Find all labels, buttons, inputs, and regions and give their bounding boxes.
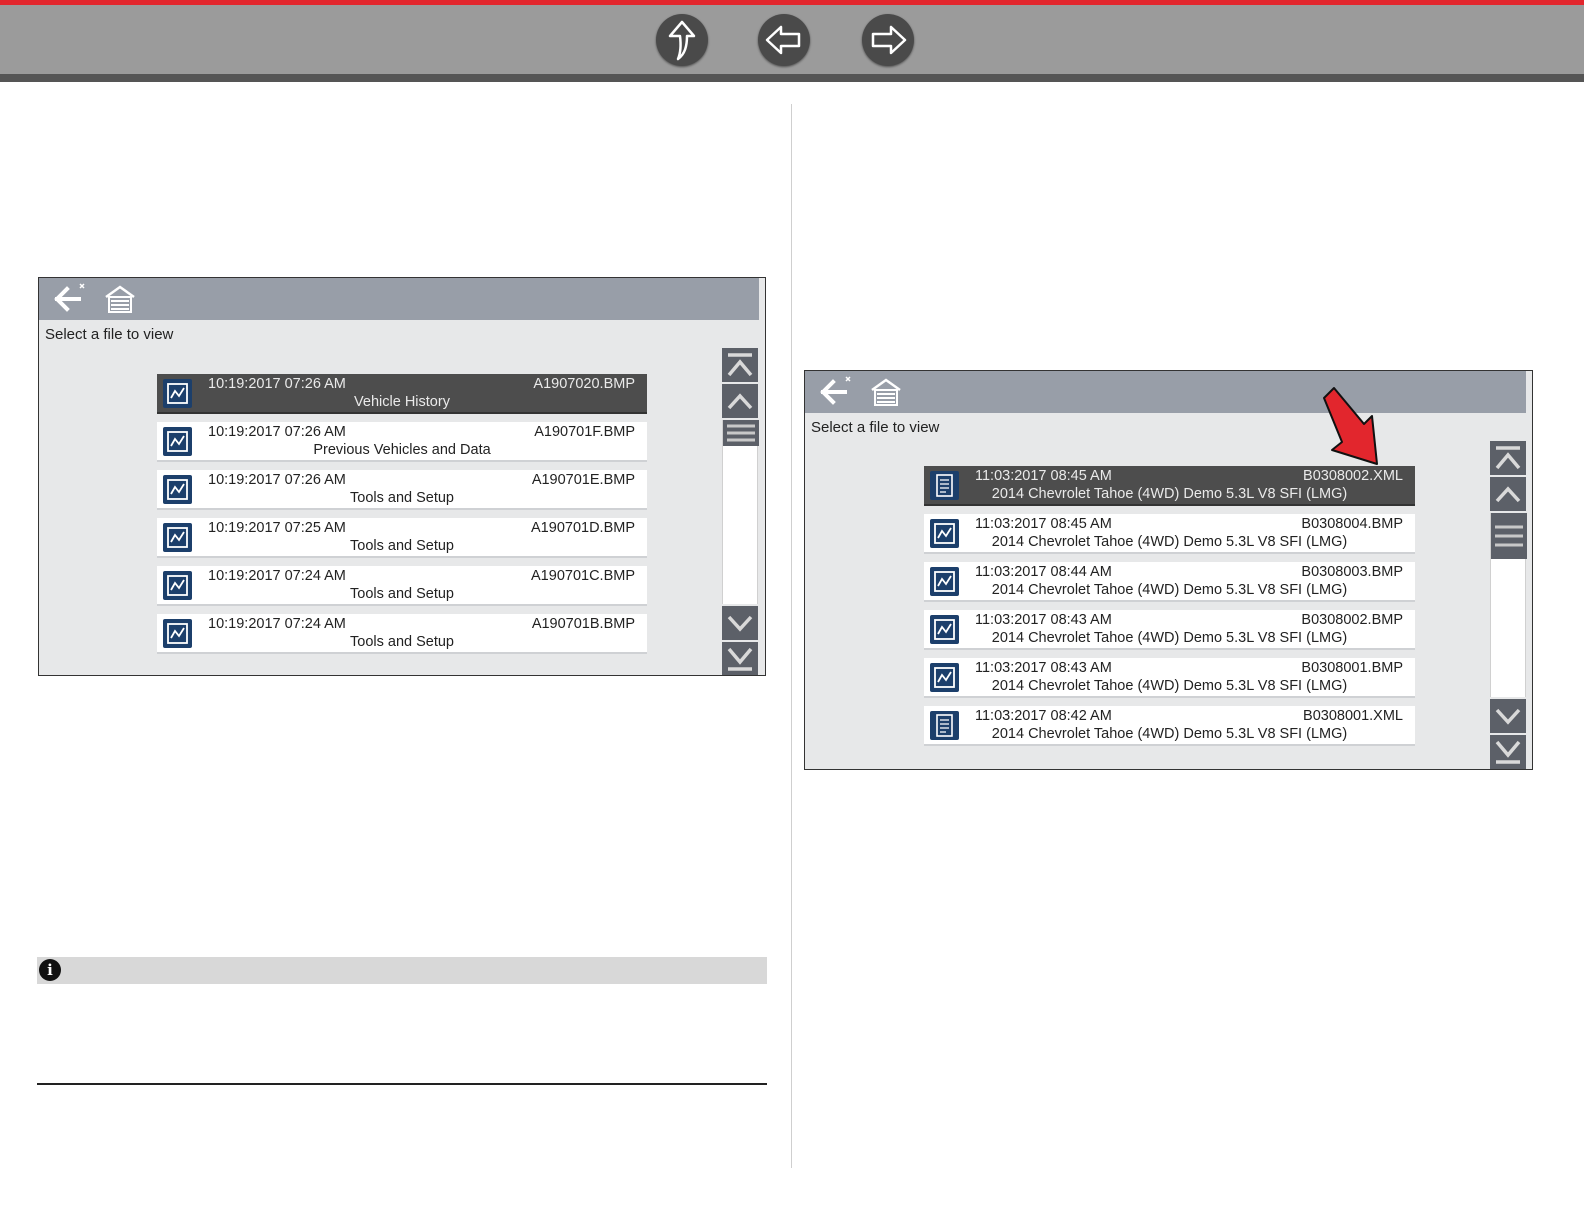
left-arrow-icon [765,25,801,55]
file-row[interactable]: 11:03:2017 08:45 AM B0308004.BMP 2014 Chev… [924,514,1415,554]
up-arrow-icon [668,20,696,61]
scroll-up-button[interactable] [722,384,758,418]
viewer-header-bar [39,278,759,320]
chevron-down-icon [1495,708,1521,725]
grip-lines-icon [727,424,755,442]
file-row[interactable]: 11:03:2017 08:44 AM B0308003.BMP 2014 Chev… [924,562,1415,602]
section-rule [37,1083,767,1085]
file-description: Tools and Setup [350,538,454,554]
file-name: A190701D.BMP [531,520,635,536]
file-description: Tools and Setup [350,586,454,602]
home-icon[interactable] [103,284,137,314]
file-timestamp: 10:19:2017 07:25 AM [208,520,346,536]
chevron-up-icon [727,393,753,410]
file-row[interactable]: 11:03:2017 08:42 AM B0308001.XML 2014 Chev… [924,706,1415,746]
file-description: 2014 Chevrolet Tahoe (4WD) Demo 5.3L V8 … [991,726,1348,742]
info-icon: i [39,959,61,981]
scroll-track[interactable] [722,420,759,604]
file-timestamp: 10:19:2017 07:26 AM [208,376,346,392]
file-name: A1907020.BMP [533,376,635,392]
file-timestamp: 11:03:2017 08:45 AM [975,468,1112,484]
file-name: A190701F.BMP [534,424,635,440]
scroll-thumb[interactable] [723,420,759,446]
file-name: A190701B.BMP [531,616,635,632]
file-name: A190701C.BMP [531,568,635,584]
file-timestamp: 11:03:2017 08:45 AM [975,516,1112,532]
file-description: 2014 Chevrolet Tahoe (4WD) Demo 5.3L V8 … [991,486,1348,502]
scroll-top-button[interactable] [1490,441,1526,475]
file-description: 2014 Chevrolet Tahoe (4WD) Demo 5.3L V8 … [991,630,1348,646]
file-name: A190701E.BMP [531,472,635,488]
file-row[interactable]: 10:19:2017 07:26 AM A1907020.BMP Vehicle H… [157,374,647,414]
double-chevron-down-icon [1495,740,1521,764]
home-icon[interactable] [869,377,903,407]
file-name: B0308001.BMP [1301,660,1403,676]
file-timestamp: 10:19:2017 07:24 AM [208,616,346,632]
back-button[interactable] [758,14,810,66]
file-timestamp: 10:19:2017 07:26 AM [208,424,346,440]
select-file-prompt: Select a file to view [45,326,174,343]
file-row[interactable]: 10:19:2017 07:25 AM A190701D.BMP Tools and… [157,518,647,558]
file-row[interactable]: 10:19:2017 07:26 AM A190701F.BMP Previous … [157,422,647,462]
note-bar: i [37,957,767,984]
top-accent-stripe [0,0,1584,5]
file-row[interactable]: 10:19:2017 07:24 AM A190701B.BMP Tools and… [157,614,647,654]
file-description: Tools and Setup [350,490,454,506]
file-row[interactable]: 11:03:2017 08:45 AM B0308002.XML 2014 Chev… [924,466,1415,506]
file-timestamp: 10:19:2017 07:26 AM [208,472,346,488]
scroll-bottom-button[interactable] [1490,735,1526,769]
viewer-header-bar [805,371,1526,413]
double-chevron-down-icon [727,647,753,671]
double-chevron-up-icon [1495,446,1521,470]
back-arrow-icon[interactable] [51,280,91,316]
back-arrow-icon[interactable] [817,373,857,409]
file-row[interactable]: 11:03:2017 08:43 AM B0308001.BMP 2014 Chev… [924,658,1415,698]
file-name: B0308002.BMP [1301,612,1403,628]
scroll-down-button[interactable] [722,606,758,640]
file-row[interactable]: 10:19:2017 07:26 AM A190701E.BMP Tools and… [157,470,647,510]
select-file-prompt: Select a file to view [811,419,940,436]
red-callout-arrow-icon [1323,387,1378,465]
scrollbar[interactable] [722,348,759,675]
scroll-down-button[interactable] [1490,699,1526,733]
forward-button[interactable] [862,14,914,66]
file-description: 2014 Chevrolet Tahoe (4WD) Demo 5.3L V8 … [991,534,1348,550]
file-name: B0308001.XML [1303,708,1403,724]
file-description: Tools and Setup [350,634,454,650]
file-description: 2014 Chevrolet Tahoe (4WD) Demo 5.3L V8 … [991,678,1348,694]
up-button[interactable] [656,14,708,66]
left-file-viewer-screenshot: Select a file to view 10:19:2017 07:26 A… [38,277,766,676]
chevron-up-icon [1495,486,1521,503]
scroll-bottom-button[interactable] [722,642,758,675]
file-row[interactable]: 11:03:2017 08:43 AM B0308002.BMP 2014 Chev… [924,610,1415,650]
file-description: 2014 Chevrolet Tahoe (4WD) Demo 5.3L V8 … [991,582,1348,598]
file-timestamp: 11:03:2017 08:43 AM [975,660,1112,676]
chevron-down-icon [727,615,753,632]
right-file-viewer-screenshot: Select a file to view 11:03:2017 08:45 A… [804,370,1533,770]
scroll-track[interactable] [1490,513,1527,697]
file-name: B0308003.BMP [1301,564,1403,580]
scroll-top-button[interactable] [722,348,758,382]
top-toolbar [0,0,1584,82]
scroll-thumb[interactable] [1491,513,1527,559]
file-timestamp: 10:19:2017 07:24 AM [208,568,346,584]
scroll-up-button[interactable] [1490,477,1526,511]
file-row[interactable]: 10:19:2017 07:24 AM A190701C.BMP Tools and… [157,566,647,606]
toolbar-bottom-stripe [0,74,1584,82]
file-timestamp: 11:03:2017 08:44 AM [975,564,1112,580]
file-name: B0308004.BMP [1301,516,1403,532]
right-arrow-icon [871,25,907,55]
file-description: Previous Vehicles and Data [313,442,491,458]
scrollbar[interactable] [1490,441,1527,769]
file-description: Vehicle History [354,394,450,410]
column-divider [791,104,792,1168]
file-timestamp: 11:03:2017 08:42 AM [975,708,1112,724]
file-timestamp: 11:03:2017 08:43 AM [975,612,1112,628]
double-chevron-up-icon [727,353,753,377]
file-name: B0308002.XML [1303,468,1403,484]
grip-lines-icon [1495,525,1523,547]
